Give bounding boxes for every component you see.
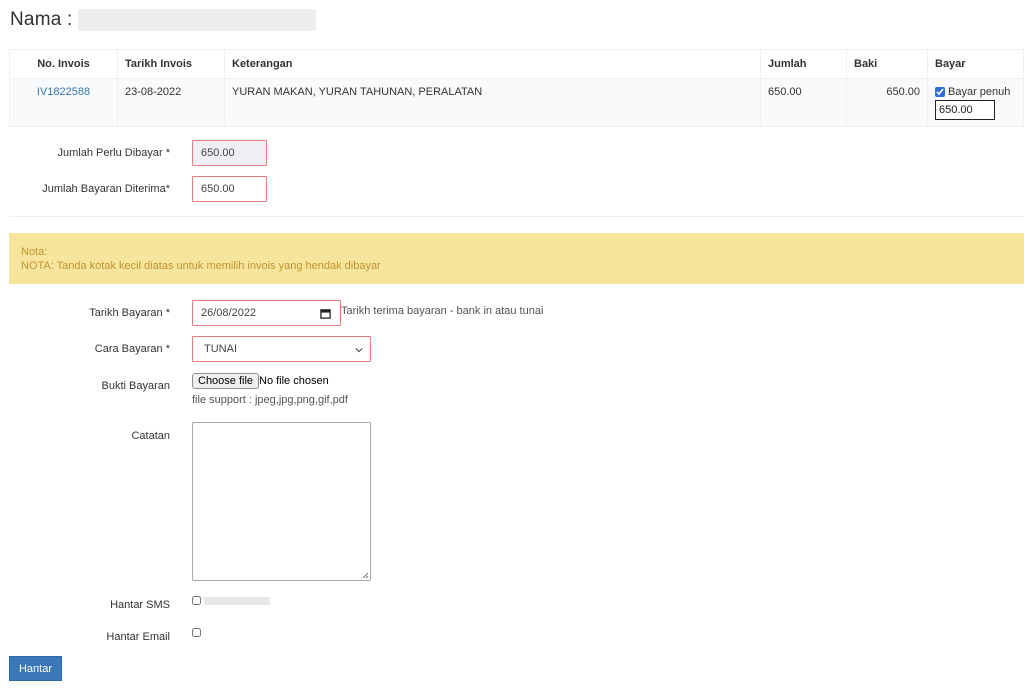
- cell-amount: 650.00: [760, 78, 847, 127]
- note-alert: Nota: NOTA: Tanda kotak kecil diatas unt…: [9, 233, 1024, 284]
- send-email-checkbox[interactable]: [192, 628, 201, 637]
- col-header-invoice-no: No. Invois: [9, 49, 118, 79]
- file-status: No file chosen: [259, 375, 329, 387]
- send-sms-label: Hantar SMS: [110, 599, 170, 611]
- amount-received-value: 650.00: [201, 183, 235, 195]
- send-email-label: Hantar Email: [106, 631, 170, 643]
- name-header: Nama :: [10, 6, 317, 34]
- payment-method-value: TUNAI: [204, 343, 237, 355]
- chevron-down-icon: [355, 348, 363, 353]
- file-support-hint: file support : jpeg,jpg,png,gif,pdf: [192, 394, 348, 406]
- payment-method-label: Cara Bayaran *: [94, 343, 170, 355]
- notes-textarea[interactable]: [192, 422, 371, 581]
- col-header-pay: Bayar: [927, 49, 1024, 79]
- pay-amount-input[interactable]: [935, 100, 995, 120]
- cell-invoice-no: IV1822588: [9, 78, 118, 127]
- redacted-name: [78, 9, 317, 31]
- full-pay-label: Bayar penuh: [948, 86, 1011, 98]
- cell-balance: 650.00: [846, 78, 928, 127]
- cell-description: YURAN MAKAN, YURAN TAHUNAN, PERALATAN: [224, 78, 761, 127]
- choose-file-button[interactable]: Choose file: [192, 373, 260, 389]
- section-divider: [9, 216, 1024, 217]
- payment-date-input[interactable]: 26/08/2022: [192, 300, 341, 326]
- col-header-balance: Baki: [846, 49, 928, 79]
- full-pay-checkbox[interactable]: [935, 87, 945, 97]
- col-header-description: Keterangan: [224, 49, 761, 79]
- note-title: Nota:: [21, 246, 48, 258]
- payment-date-value: 26/08/2022: [201, 307, 257, 319]
- invoice-table: No. Invois Tarikh Invois Keterangan Juml…: [9, 49, 1024, 127]
- amount-received-label: Jumlah Bayaran Diterima*: [42, 183, 170, 195]
- col-header-invoice-date: Tarikh Invois: [117, 49, 225, 79]
- full-pay-option[interactable]: Bayar penuh: [935, 86, 1016, 98]
- resize-handle-icon[interactable]: [361, 571, 369, 579]
- payment-proof-label: Bukti Bayaran: [101, 380, 170, 392]
- col-header-amount: Jumlah: [760, 49, 847, 79]
- amount-due-field[interactable]: 650.00: [192, 140, 267, 166]
- redacted-phone: [204, 597, 270, 605]
- send-sms-checkbox[interactable]: [192, 596, 201, 605]
- payment-date-label: Tarikh Bayaran *: [89, 307, 170, 319]
- invoice-link[interactable]: IV1822588: [37, 86, 90, 98]
- calendar-icon[interactable]: [320, 308, 331, 319]
- notes-label: Catatan: [131, 430, 170, 442]
- table-row: IV1822588 23-08-2022 YURAN MAKAN, YURAN …: [9, 78, 1024, 127]
- amount-due-value: 650.00: [201, 147, 235, 159]
- cell-pay: Bayar penuh: [927, 78, 1024, 127]
- name-label: Nama :: [10, 9, 73, 30]
- submit-button[interactable]: Hantar: [9, 656, 62, 681]
- cell-invoice-date: 23-08-2022: [117, 78, 225, 127]
- note-text: NOTA: Tanda kotak kecil diatas untuk mem…: [21, 260, 381, 272]
- amount-due-label: Jumlah Perlu Dibayar *: [57, 147, 171, 159]
- table-header-row: No. Invois Tarikh Invois Keterangan Juml…: [9, 49, 1024, 79]
- amount-received-field[interactable]: 650.00: [192, 176, 267, 202]
- payment-method-select[interactable]: TUNAI: [192, 336, 371, 362]
- payment-date-hint: Tarikh terima bayaran - bank in atau tun…: [341, 305, 544, 317]
